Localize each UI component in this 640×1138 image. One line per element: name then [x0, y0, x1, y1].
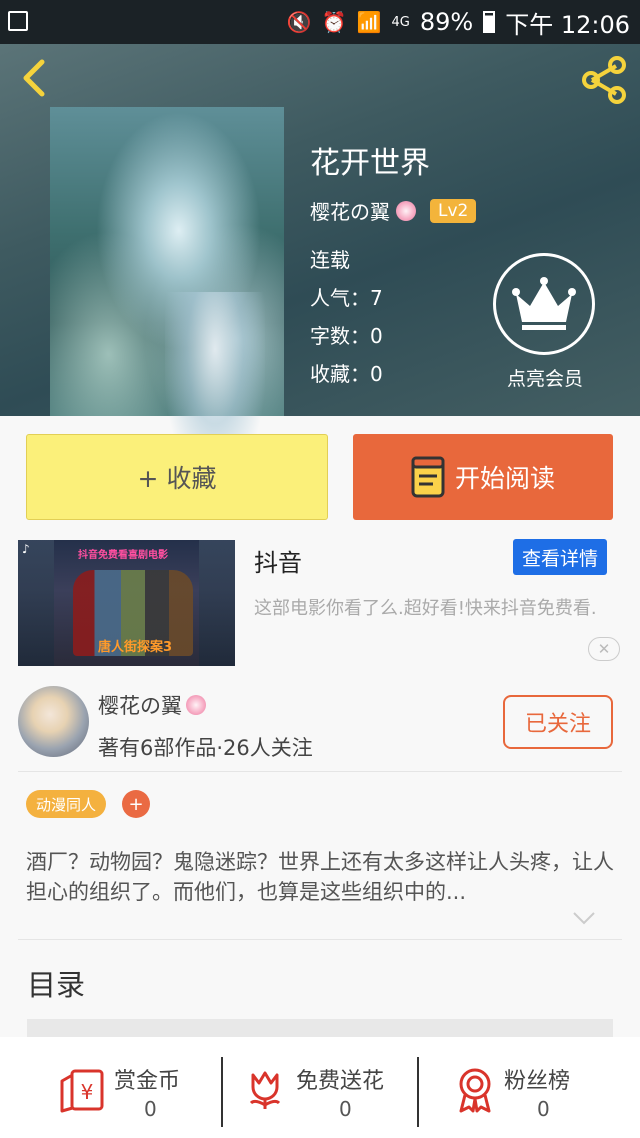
- clock: 下午 12:06: [505, 10, 630, 39]
- gallery-notification-icon: [8, 11, 28, 31]
- collect-button[interactable]: + 收藏: [26, 434, 328, 520]
- back-arrow-icon[interactable]: [16, 58, 56, 98]
- share-icon[interactable]: [578, 54, 630, 106]
- vip-label: 点亮会员: [506, 368, 583, 390]
- crown-icon: [512, 277, 576, 330]
- add-tag-button[interactable]: +: [122, 790, 150, 818]
- follow-button[interactable]: 已关注: [503, 695, 613, 749]
- book-favorites: 收藏：0: [310, 362, 383, 386]
- ad-image-strip-left: [18, 540, 54, 666]
- ad-close-icon[interactable]: ✕: [588, 637, 620, 661]
- toc-title[interactable]: 目录: [27, 962, 85, 1004]
- send-flower-label: 免费送花: [296, 1069, 385, 1094]
- book-author[interactable]: 樱花の翼 Lv2: [310, 196, 477, 225]
- author-card-name-text: 樱花の翼: [98, 694, 182, 718]
- divider: [18, 771, 622, 772]
- battery-icon: [483, 11, 496, 33]
- chevron-down-icon[interactable]: [572, 910, 596, 926]
- level-badge: Lv2: [430, 198, 477, 223]
- svg-text:¥: ¥: [81, 1080, 94, 1104]
- ad-image-movie-title: 唐人街探案3: [98, 640, 173, 655]
- battery-percent: 89%: [419, 8, 474, 36]
- start-reading-label: 开始阅读: [454, 464, 555, 493]
- wifi-icon: 📶: [356, 10, 382, 34]
- network-label: 4G: [391, 14, 410, 30]
- sakura-icon: [396, 200, 416, 221]
- start-reading-button[interactable]: 开始阅读: [353, 434, 613, 520]
- flower-icon: [249, 1071, 281, 1109]
- alarm-icon: ⏰: [321, 10, 347, 34]
- ad-image-caption: 抖音免费看喜剧电影: [78, 550, 168, 561]
- book-icon: [411, 456, 445, 498]
- fan-ranking-label: 粉丝榜: [504, 1069, 571, 1094]
- book-synopsis[interactable]: 酒厂？动物园？鬼隐迷踪？世界上还有太多这样让人头疼，让人担心的组织了。而他们，也…: [26, 847, 616, 907]
- reward-coin-label: 赏金币: [114, 1069, 181, 1094]
- book-status: 连载: [310, 248, 350, 272]
- ad-image-strip-right: [199, 540, 235, 666]
- vip-button[interactable]: [493, 253, 595, 355]
- book-popularity: 人气：7: [310, 286, 383, 310]
- divider: [18, 939, 622, 940]
- author-name: 樱花の翼: [310, 200, 390, 224]
- reward-coin-button[interactable]: ¥ 赏金币 0: [0, 1037, 220, 1138]
- ad-title: 抖音: [254, 549, 302, 577]
- status-icons: 🔇 ⏰ 📶 4G 89% 下午 12:06: [287, 0, 630, 44]
- tiktok-logo-icon: ♪: [22, 542, 30, 556]
- book-title: 花开世界: [310, 146, 430, 181]
- medal-icon: [459, 1068, 491, 1113]
- status-bar: 🔇 ⏰ 📶 4G 89% 下午 12:06: [0, 0, 640, 44]
- fan-ranking-button[interactable]: 粉丝榜 0: [419, 1037, 640, 1138]
- book-word-count: 字数：0: [310, 324, 383, 348]
- author-stats: 著有6部作品·26人关注: [98, 736, 313, 760]
- reward-coin-count: 0: [144, 1097, 157, 1121]
- reward-coin-icon: ¥: [60, 1069, 104, 1113]
- collect-label: + 收藏: [137, 464, 217, 493]
- toc-placeholder: [27, 1019, 613, 1037]
- mute-icon: 🔇: [286, 10, 312, 34]
- fan-ranking-count: 0: [537, 1097, 550, 1121]
- bottom-action-bar: ¥ 赏金币 0 免费送花 0 粉丝榜 0: [0, 1037, 640, 1138]
- send-flower-button[interactable]: 免费送花 0: [223, 1037, 417, 1138]
- ad-detail-button[interactable]: 查看详情: [513, 539, 607, 575]
- sakura-icon: [186, 695, 206, 715]
- book-cover-image: [50, 107, 284, 482]
- ad-image[interactable]: ♪ 抖音免费看喜剧电影 唐人街探案3: [18, 540, 235, 666]
- author-avatar[interactable]: [18, 686, 89, 757]
- send-flower-count: 0: [339, 1097, 352, 1121]
- ad-description[interactable]: 这部电影你看了么.超好看!快来抖音免费看.: [254, 595, 624, 622]
- author-card-name[interactable]: 樱花の翼: [98, 690, 206, 720]
- tag-anime-fanfic[interactable]: 动漫同人: [26, 790, 107, 818]
